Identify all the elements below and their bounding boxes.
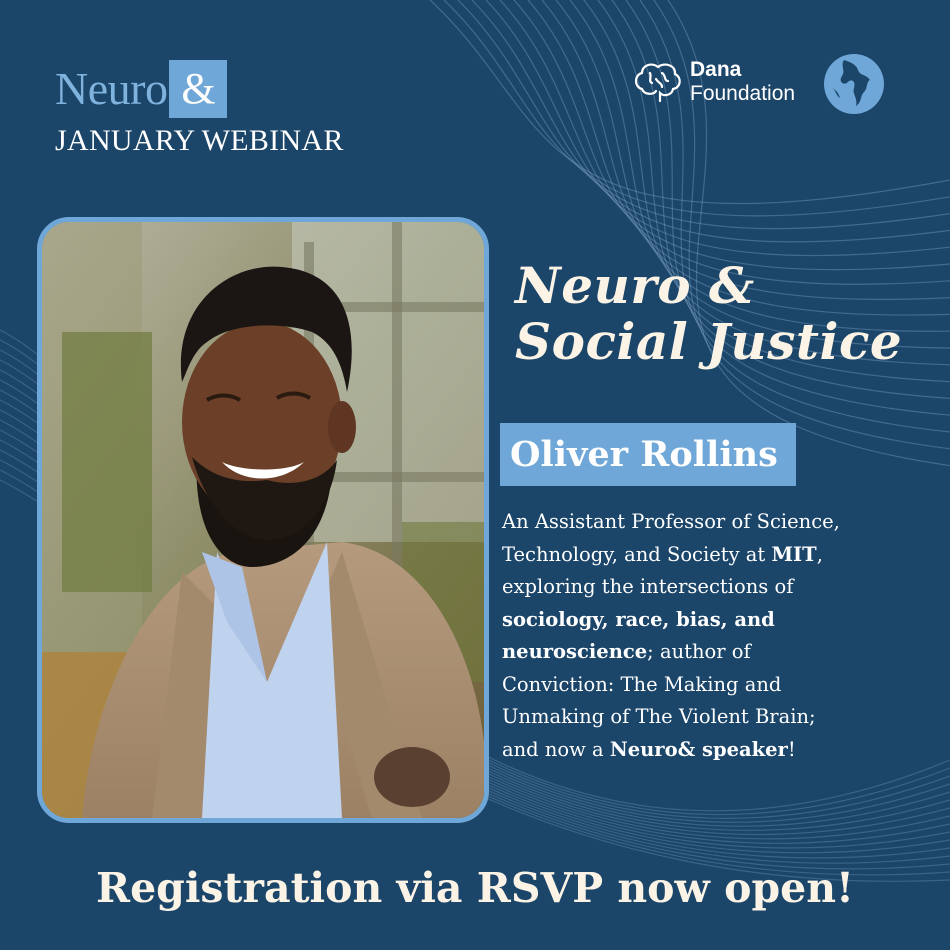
bio-line: An Assistant Professor of Science, [502,510,840,533]
speaker-photo [37,217,489,823]
bio-text: ! [787,737,796,761]
speaker-bio: An Assistant Professor of Science, Techn… [502,506,922,766]
brain-icon [634,63,681,103]
neuro-and-logo: Neuro & JANUARY WEBINAR [55,60,344,158]
bio-line: Technology, and Society at MIT, [502,539,922,572]
bio-line: Unmaking of The Violent Brain; [502,705,816,728]
bio-emphasis: sociology, race, bias, and [502,607,775,631]
partner-name-line1: Dana [690,58,742,81]
partner-name-line2: Foundation [690,82,796,105]
bio-line: sociology, race, bias, and [502,604,922,637]
speaker-name-badge: Oliver Rollins [500,423,796,486]
bio-emphasis: Neuro& speaker [609,737,788,761]
event-title-line2: Social Justice [515,312,903,371]
registration-cta: Registration via RSVP now open! [96,864,854,912]
event-title-line1: Neuro & [515,256,755,315]
bio-line: Conviction: The Making and [502,672,782,696]
bio-emphasis: MIT [771,542,817,566]
bio-text: Technology, and Society at [502,542,772,566]
brand-word: Neuro [55,63,168,114]
bio-line: and now a Neuro& speaker! [502,734,922,767]
webinar-subtitle: JANUARY WEBINAR [55,124,344,157]
bio-text: , [816,542,823,566]
bio-emphasis: neuroscience [502,640,648,663]
bio-text: and now a [502,737,610,761]
event-title: Neuro & Social Justice [515,258,902,370]
bio-line: neuroscience; author of [502,636,922,669]
globe-icon [824,54,884,114]
bio-text: ; author of [647,640,751,663]
brand-ampersand: & [169,60,228,118]
bio-line: exploring the intersections of [502,575,794,598]
dana-foundation-logo: Dana Foundation [632,58,795,106]
webinar-poster: Neuro & JANUARY WEBINAR Dana Foundation [0,0,950,950]
